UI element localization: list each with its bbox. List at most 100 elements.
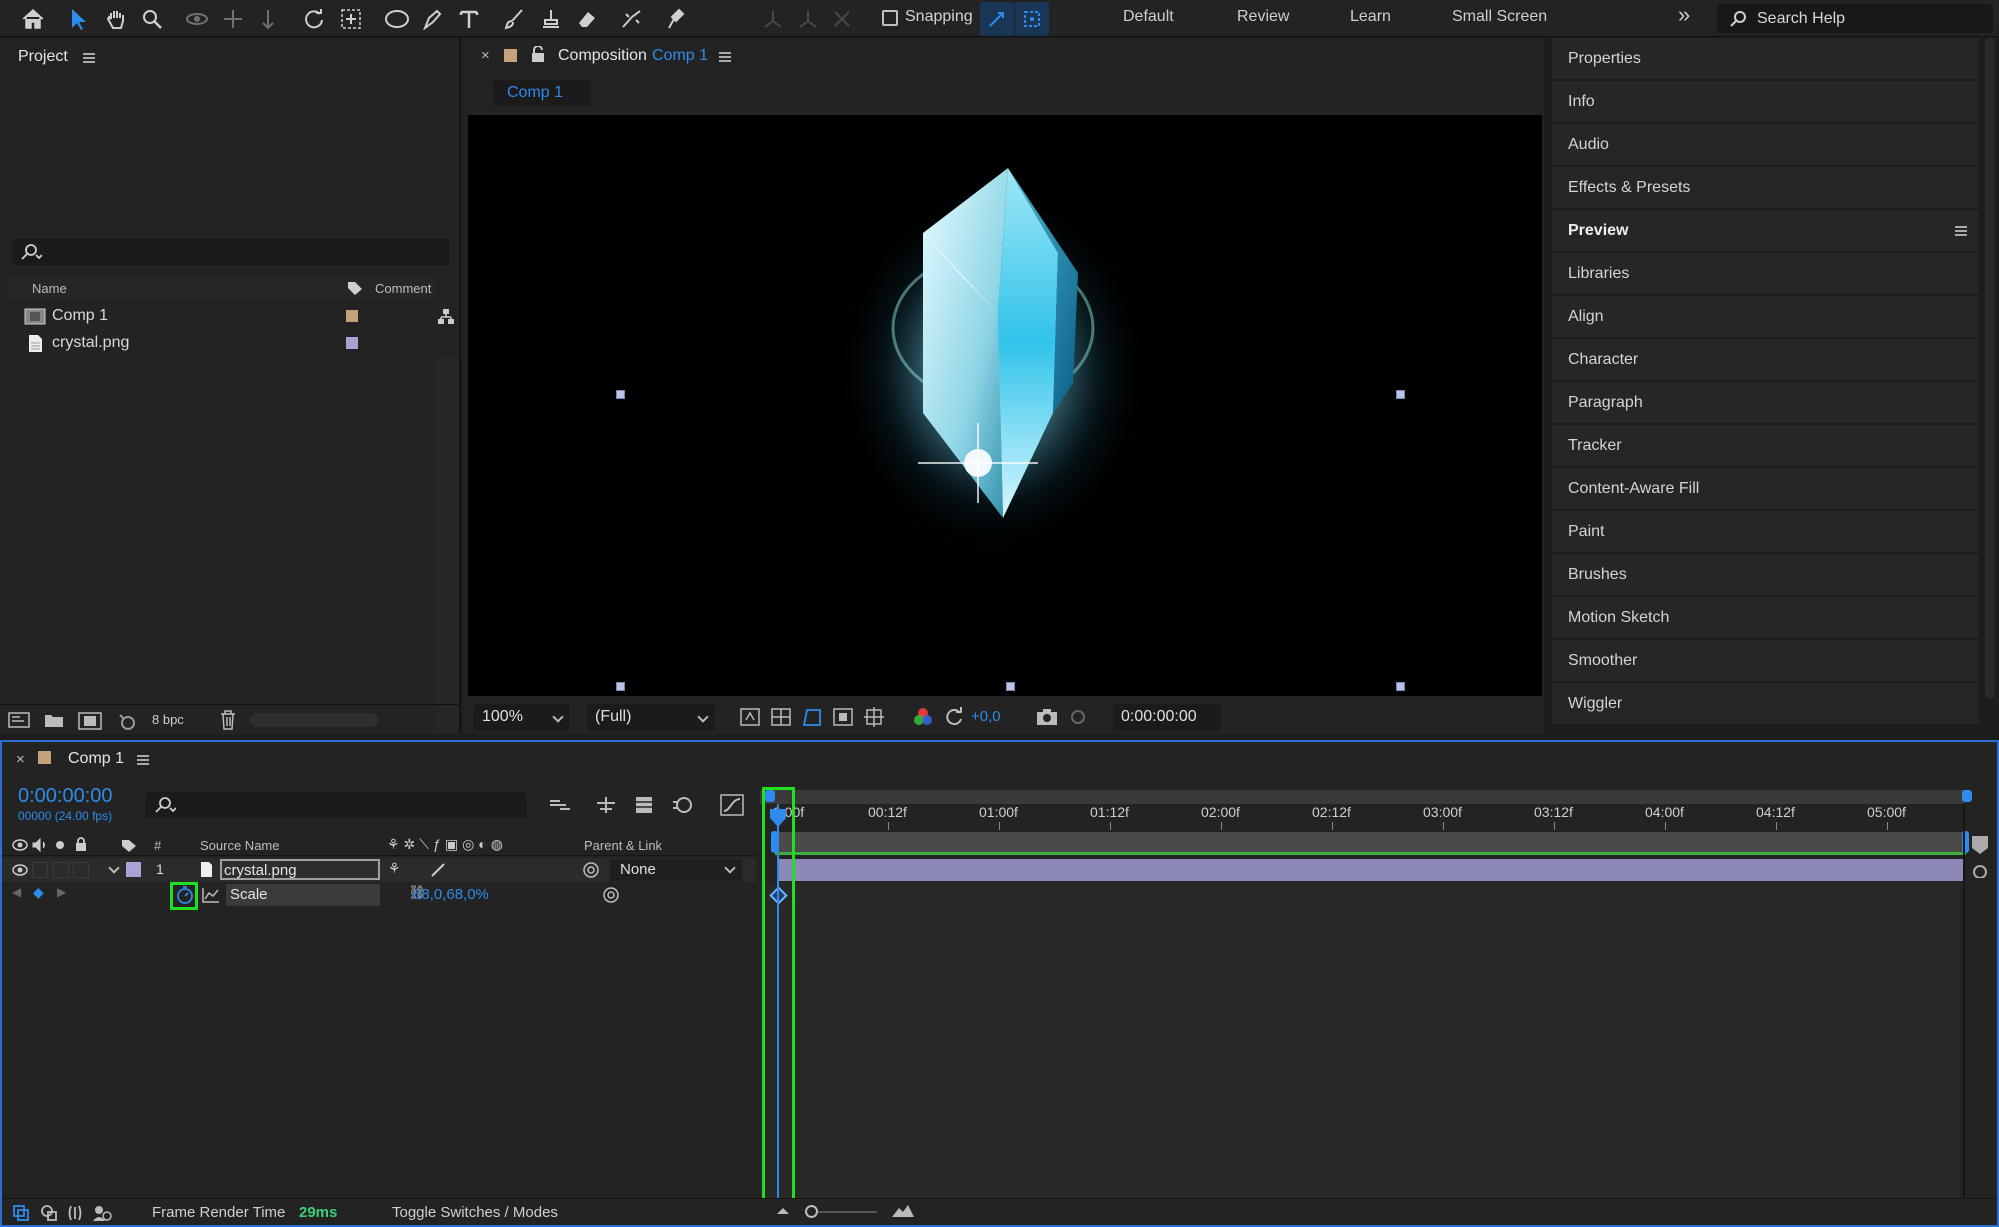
layer-handle-right[interactable] <box>1396 390 1405 399</box>
quality-switch-icon[interactable] <box>430 862 446 878</box>
layer-name-field[interactable]: crystal.png <box>220 859 380 880</box>
prev-keyframe-icon[interactable]: ◀ <box>12 885 21 899</box>
panel-audio[interactable]: Audio <box>1552 124 1979 165</box>
project-menu-icon[interactable] <box>83 53 95 63</box>
panel-smoother[interactable]: Smoother <box>1552 640 1979 681</box>
rotation-tool-icon[interactable] <box>297 2 331 36</box>
magnification-dropdown[interactable]: 100% <box>474 704 570 731</box>
panel-brushes[interactable]: Brushes <box>1552 554 1979 595</box>
motion-blur-icon[interactable] <box>671 794 693 816</box>
panel-character[interactable]: Character <box>1552 339 1979 380</box>
panel-motion-sketch[interactable]: Motion Sketch <box>1552 597 1979 638</box>
panel-tracker[interactable]: Tracker <box>1552 425 1979 466</box>
current-time-display[interactable]: 0:00:00:00 <box>18 785 113 808</box>
fast-previews-icon[interactable] <box>740 708 760 726</box>
zoom-out-icon[interactable] <box>776 1205 790 1215</box>
layer-handle-bottom-left[interactable] <box>616 682 625 691</box>
time-navigator-bar[interactable] <box>760 790 1966 804</box>
clone-stamp-tool-icon[interactable] <box>534 2 568 36</box>
zoom-slider-knob[interactable] <box>805 1205 818 1218</box>
show-snapshot-icon[interactable] <box>1068 708 1088 726</box>
project-item-comp-1[interactable]: Comp 1 <box>0 303 454 329</box>
anchor-point-tool-icon[interactable] <box>334 2 368 36</box>
transparency-grid-icon[interactable] <box>771 708 791 726</box>
video-visibility-icon[interactable] <box>12 839 28 851</box>
flowchart-icon[interactable] <box>437 308 455 325</box>
preview-panel-menu-icon[interactable] <box>1955 226 1967 236</box>
audio-icon[interactable] <box>32 838 48 852</box>
workspace-small-screen[interactable]: Small Screen <box>1452 8 1547 26</box>
parent-link-header[interactable]: Parent & Link <box>584 838 662 853</box>
property-pick-whip-icon[interactable] <box>602 886 620 904</box>
grid-guides-icon[interactable] <box>864 707 884 727</box>
lock-icon[interactable] <box>531 46 545 63</box>
time-navigator-end-handle[interactable] <box>1962 790 1972 802</box>
solo-icon[interactable] <box>55 840 65 850</box>
world-axis-icon[interactable] <box>791 2 825 36</box>
workspace-learn[interactable]: Learn <box>1350 8 1391 26</box>
ellipse-tool-icon[interactable] <box>380 2 414 36</box>
panel-libraries[interactable]: Libraries <box>1552 253 1979 294</box>
roto-brush-tool-icon[interactable] <box>615 2 649 36</box>
layer-duration-bar[interactable] <box>778 859 1963 881</box>
source-name-header[interactable]: Source Name <box>200 838 279 853</box>
composition-viewer[interactable] <box>468 115 1542 696</box>
type-tool-icon[interactable] <box>452 2 486 36</box>
snap-features-icon[interactable] <box>1015 2 1049 36</box>
label-tag-icon[interactable] <box>346 280 364 296</box>
transfer-controls-icon[interactable] <box>40 1204 58 1222</box>
in-out-panes-icon[interactable] <box>66 1204 84 1222</box>
mask-visibility-icon[interactable] <box>802 707 822 727</box>
frame-blending-icon[interactable] <box>633 794 655 816</box>
comp-panel-menu-icon[interactable] <box>719 52 731 62</box>
new-folder-icon[interactable] <box>44 712 64 728</box>
home-icon[interactable] <box>16 2 50 36</box>
layer-row-crystal[interactable]: 1 crystal.png ⚘ None <box>2 858 756 882</box>
selection-tool-icon[interactable] <box>62 2 96 36</box>
layer-label-swatch[interactable] <box>126 862 141 877</box>
draft-3d-icon[interactable] <box>595 795 617 815</box>
region-of-interest-icon[interactable] <box>833 708 853 726</box>
graph-toggle-icon[interactable] <box>202 887 220 903</box>
close-timeline-icon[interactable]: × <box>16 751 25 768</box>
hand-tool-icon[interactable] <box>99 2 133 36</box>
zoom-tool-icon[interactable] <box>135 2 169 36</box>
next-keyframe-icon[interactable]: ▶ <box>57 885 66 899</box>
layer-number-header[interactable]: # <box>154 838 161 853</box>
panel-paragraph[interactable]: Paragraph <box>1552 382 1979 423</box>
tab-comp-1[interactable]: Comp 1 <box>493 80 591 106</box>
panel-content-aware-fill[interactable]: Content-Aware Fill <box>1552 468 1979 509</box>
lock-column-icon[interactable] <box>75 837 87 852</box>
timeline-graph-area[interactable] <box>760 882 1960 1198</box>
project-settings-icon[interactable] <box>116 711 140 731</box>
panel-preview[interactable]: Preview <box>1552 210 1979 251</box>
label-color-swatch[interactable] <box>346 337 358 349</box>
shy-switch-icon[interactable]: ⚘ <box>388 860 401 877</box>
add-keyframe-icon[interactable]: ◆ <box>33 884 44 901</box>
panel-effects-presets[interactable]: Effects & Presets <box>1552 167 1979 208</box>
align-axis-icon[interactable] <box>756 2 790 36</box>
panel-properties[interactable]: Properties <box>1552 38 1979 79</box>
interpret-footage-icon[interactable] <box>8 712 30 728</box>
brush-tool-icon[interactable] <box>497 2 531 36</box>
bit-depth-button[interactable]: 8 bpc <box>152 712 184 727</box>
crystal-image[interactable] <box>828 163 1158 563</box>
project-search-input[interactable] <box>12 239 450 265</box>
time-ruler[interactable]: 0:00f 00:12f 01:00f 01:12f 02:00f 02:12f… <box>760 804 1966 832</box>
panel-wiggler[interactable]: Wiggler <box>1552 683 1979 724</box>
toggle-switches-modes-button[interactable]: Toggle Switches / Modes <box>392 1204 558 1221</box>
timeline-search-input[interactable] <box>146 792 526 818</box>
project-col-comment[interactable]: Comment <box>375 281 431 296</box>
project-col-name[interactable]: Name <box>32 281 67 296</box>
zoom-in-icon[interactable] <box>891 1202 915 1218</box>
comp-flowchart-icon[interactable] <box>548 795 572 815</box>
parent-dropdown[interactable]: None <box>610 859 742 881</box>
comp-panel-name[interactable]: Comp 1 <box>652 47 708 65</box>
panel-info[interactable]: Info <box>1552 81 1979 122</box>
layer-handle-bottom-right[interactable] <box>1396 682 1405 691</box>
layer-switches-toggle-icon[interactable] <box>12 1204 30 1222</box>
resolution-dropdown[interactable]: (Full) <box>587 704 715 731</box>
scale-value[interactable]: 68,0,68,0% <box>413 886 489 903</box>
layer-solo-toggle[interactable] <box>53 862 69 878</box>
timeline-tab-comp-1[interactable]: Comp 1 <box>68 750 124 768</box>
